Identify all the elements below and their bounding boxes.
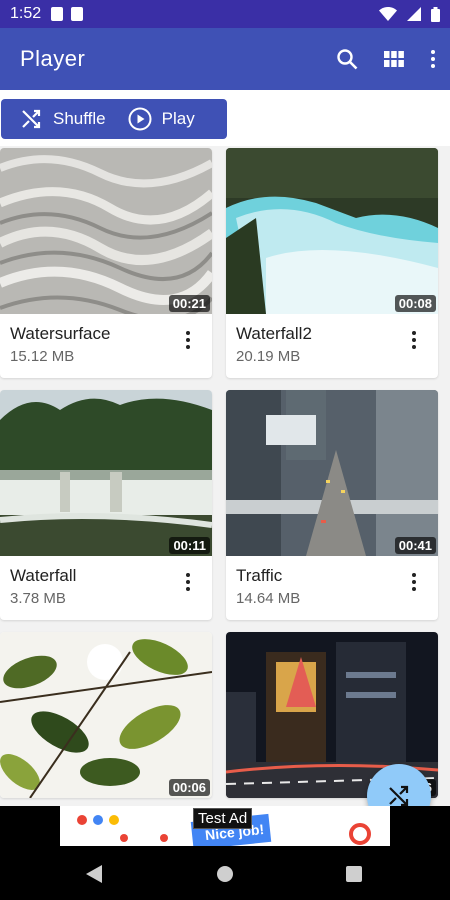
video-card[interactable]: 00:08 Waterfall2 20.19 MB (226, 148, 438, 378)
more-vert-icon[interactable] (178, 570, 198, 594)
battery-icon (431, 6, 440, 22)
video-title: Waterfall2 (236, 324, 312, 343)
video-title: Traffic (236, 566, 283, 585)
notification-icon (51, 7, 64, 21)
search-icon[interactable] (336, 48, 358, 70)
traffic-thumbnail-image (226, 390, 438, 556)
back-icon[interactable] (86, 865, 102, 883)
video-card[interactable]: 00:06 (0, 632, 212, 798)
video-thumbnail[interactable]: 00:21 (0, 148, 212, 314)
playback-toolbar: Shuffle Play (0, 90, 450, 146)
shuffle-icon (22, 109, 41, 129)
video-size: 20.19 MB (236, 348, 301, 365)
play-circle-icon (128, 107, 152, 131)
video-thumbnail[interactable]: 00:08 (226, 148, 438, 314)
page-title: Player (20, 46, 86, 71)
wifi-icon (379, 7, 397, 21)
video-card[interactable]: 00:41 Traffic 14.64 MB (226, 390, 438, 620)
play-label: Play (161, 109, 195, 128)
shuffle-button[interactable]: Shuffle (1, 99, 106, 139)
video-thumbnail[interactable]: 00:11 (0, 390, 212, 556)
waterfall-thumbnail-image (226, 148, 438, 314)
video-card[interactable]: 00:21 Watersurface 15.12 MB (0, 148, 212, 378)
video-title: Watersurface (10, 324, 111, 343)
video-duration: 00:21 (168, 295, 210, 312)
more-vert-icon[interactable] (178, 328, 198, 352)
video-size: 14.64 MB (236, 590, 301, 607)
video-size: 3.78 MB (10, 590, 66, 607)
navigation-bar (0, 846, 450, 900)
sand-thumbnail-image (0, 148, 212, 314)
video-thumbnail[interactable]: 00:06 (0, 632, 212, 798)
app-bar: Player (0, 28, 450, 90)
video-card[interactable]: 00:11 Waterfall 3.78 MB (0, 390, 212, 620)
recents-icon[interactable] (346, 866, 362, 882)
sd-card-icon (71, 7, 84, 21)
grid-view-icon[interactable] (384, 51, 404, 67)
video-duration: 00:08 (394, 295, 436, 312)
shuffle-label: Shuffle (53, 109, 106, 128)
video-thumbnail[interactable]: 00:41 (226, 390, 438, 556)
shuffle-play-group: Shuffle Play (1, 99, 227, 139)
video-title: Waterfall (10, 566, 77, 585)
shuffle-icon (389, 785, 409, 807)
signal-icon (407, 7, 421, 21)
more-vert-icon[interactable] (430, 49, 436, 69)
status-bar: 1:52 (0, 0, 450, 28)
leaves-thumbnail-image (0, 632, 212, 798)
home-icon[interactable] (216, 865, 234, 883)
video-duration: 00:06 (168, 779, 210, 796)
video-duration: 00:11 (169, 537, 210, 554)
waterfall-thumbnail-image (0, 390, 212, 556)
play-button[interactable]: Play (106, 99, 195, 139)
more-vert-icon[interactable] (404, 570, 424, 594)
video-duration: 00:41 (394, 537, 436, 554)
test-ad-label: Test Ad (193, 808, 253, 829)
more-vert-icon[interactable] (404, 328, 424, 352)
video-size: 15.12 MB (10, 348, 75, 365)
status-time: 1:52 (10, 5, 42, 22)
